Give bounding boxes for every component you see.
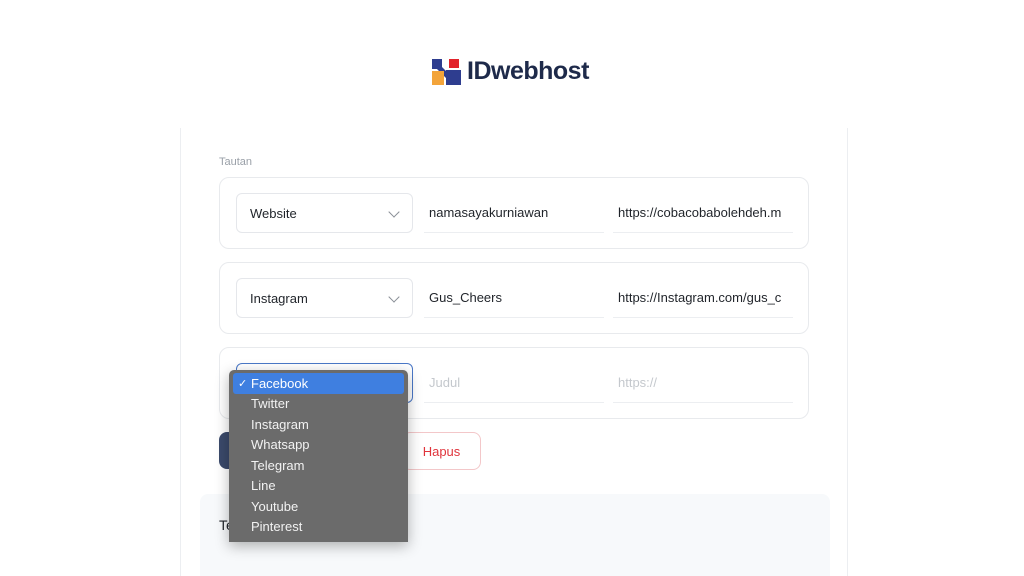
dropdown-option-whatsapp[interactable]: Whatsapp	[233, 435, 404, 456]
link-row: Instagram Gus_Cheers https://Instagram.c…	[219, 262, 809, 334]
section-label: Tautan	[219, 156, 253, 168]
link-type-dropdown-menu[interactable]: ✓ Facebook Twitter Instagram Whatsapp Te…	[229, 370, 408, 542]
option-label: Telegram	[251, 457, 305, 473]
chevron-down-icon	[388, 206, 400, 218]
link-type-select[interactable]: Instagram	[236, 278, 413, 318]
option-label: Pinterest	[251, 519, 303, 535]
logo-mark-icon	[432, 57, 461, 86]
option-label: Instagram	[251, 416, 309, 432]
link-url-input[interactable]: https://Instagram.com/gus_c	[613, 278, 793, 318]
delete-button[interactable]: Hapus	[402, 432, 481, 470]
link-url-input[interactable]: https://	[613, 363, 793, 403]
dropdown-option-instagram[interactable]: Instagram	[233, 414, 404, 435]
brand-name: IDwebhost	[467, 56, 589, 85]
dropdown-option-line[interactable]: Line	[233, 476, 404, 497]
option-label: Whatsapp	[251, 437, 310, 453]
link-type-select[interactable]: Website	[236, 193, 413, 233]
option-label: Twitter	[251, 396, 290, 412]
dropdown-option-twitter[interactable]: Twitter	[233, 394, 404, 415]
link-title-input[interactable]: namasayakurniawan	[424, 193, 604, 233]
idwebhost-logo: IDwebhost	[432, 56, 589, 86]
dropdown-option-facebook[interactable]: ✓ Facebook	[233, 373, 404, 394]
dropdown-option-telegram[interactable]: Telegram	[233, 455, 404, 476]
select-value: Website	[250, 205, 297, 221]
select-value: Instagram	[250, 290, 308, 306]
link-row: Website namasayakurniawan https://cobaco…	[219, 177, 809, 249]
dropdown-option-pinterest[interactable]: Pinterest	[233, 517, 404, 538]
link-title-input[interactable]: Judul	[424, 363, 604, 403]
link-url-input[interactable]: https://cobacobabolehdeh.m	[613, 193, 793, 233]
link-title-input[interactable]: Gus_Cheers	[424, 278, 604, 318]
option-label: Facebook	[251, 375, 309, 391]
chevron-down-icon	[388, 291, 400, 303]
option-label: Line	[251, 478, 276, 494]
checkmark-icon: ✓	[238, 377, 248, 390]
dropdown-option-youtube[interactable]: Youtube	[233, 496, 404, 517]
option-label: Youtube	[251, 498, 299, 514]
